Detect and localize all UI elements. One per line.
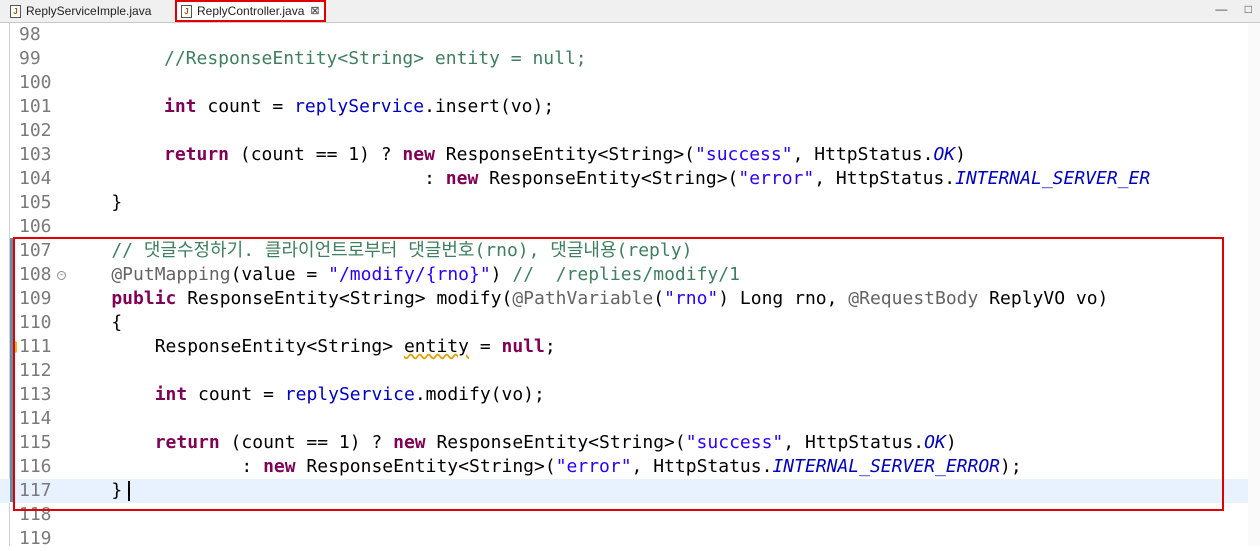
editor-tab-bar: J ReplyServiceImple.java J ReplyControll… [0, 0, 1260, 23]
line-number: 104 [19, 168, 52, 189]
line-number: 105 [19, 192, 52, 213]
close-tab-icon[interactable]: ⊠ [310, 2, 319, 20]
code-line[interactable]: 100 [0, 71, 1260, 95]
code-text: } [68, 192, 123, 213]
line-number: 106 [19, 216, 52, 237]
code-text: int count = replyService.insert(vo); [164, 96, 555, 117]
maximize-icon[interactable]: □ [1245, 2, 1252, 16]
code-editor[interactable]: 98 99 //ResponseEntity<String> entity = … [0, 23, 1260, 549]
tab-reply-service-imple[interactable]: J ReplyServiceImple.java [6, 1, 155, 21]
code-text: : new ResponseEntity<String>("error", Ht… [164, 168, 1151, 189]
code-line[interactable]: 99 //ResponseEntity<String> entity = nul… [0, 47, 1260, 71]
highlight-box [13, 237, 1224, 511]
code-text: return (count == 1) ? new ResponseEntity… [164, 144, 966, 165]
code-line[interactable]: 106 [0, 215, 1260, 239]
tab-reply-controller[interactable]: J ReplyController.java ⊠ [175, 0, 326, 22]
code-line[interactable]: 104 : new ResponseEntity<String>("error"… [0, 167, 1260, 191]
line-number: 101 [19, 96, 52, 117]
java-file-icon: J [10, 4, 21, 18]
line-number: 102 [19, 120, 52, 141]
code-line[interactable]: 105 } [0, 191, 1260, 215]
vertical-scrollbar[interactable] [1248, 23, 1260, 546]
code-text: //ResponseEntity<String> entity = null; [164, 48, 587, 69]
tab-label: ReplyController.java [197, 4, 305, 18]
code-line[interactable]: 101 int count = replyService.insert(vo); [0, 95, 1260, 119]
java-file-icon: J [181, 4, 192, 18]
line-number: 100 [19, 72, 52, 93]
code-line[interactable]: 119 [0, 527, 1260, 551]
code-line[interactable]: 103 return (count == 1) ? new ResponseEn… [0, 143, 1260, 167]
editor-window-controls: — □ [1201, 2, 1252, 16]
line-number: 99 [19, 48, 41, 69]
code-line[interactable]: 98 [0, 23, 1260, 47]
tab-label: ReplyServiceImple.java [26, 4, 152, 18]
minimize-icon[interactable]: — [1215, 2, 1227, 16]
line-number: 103 [19, 144, 52, 165]
line-number: 98 [19, 24, 41, 45]
code-line[interactable]: 102 [0, 119, 1260, 143]
line-number: 119 [19, 528, 52, 549]
